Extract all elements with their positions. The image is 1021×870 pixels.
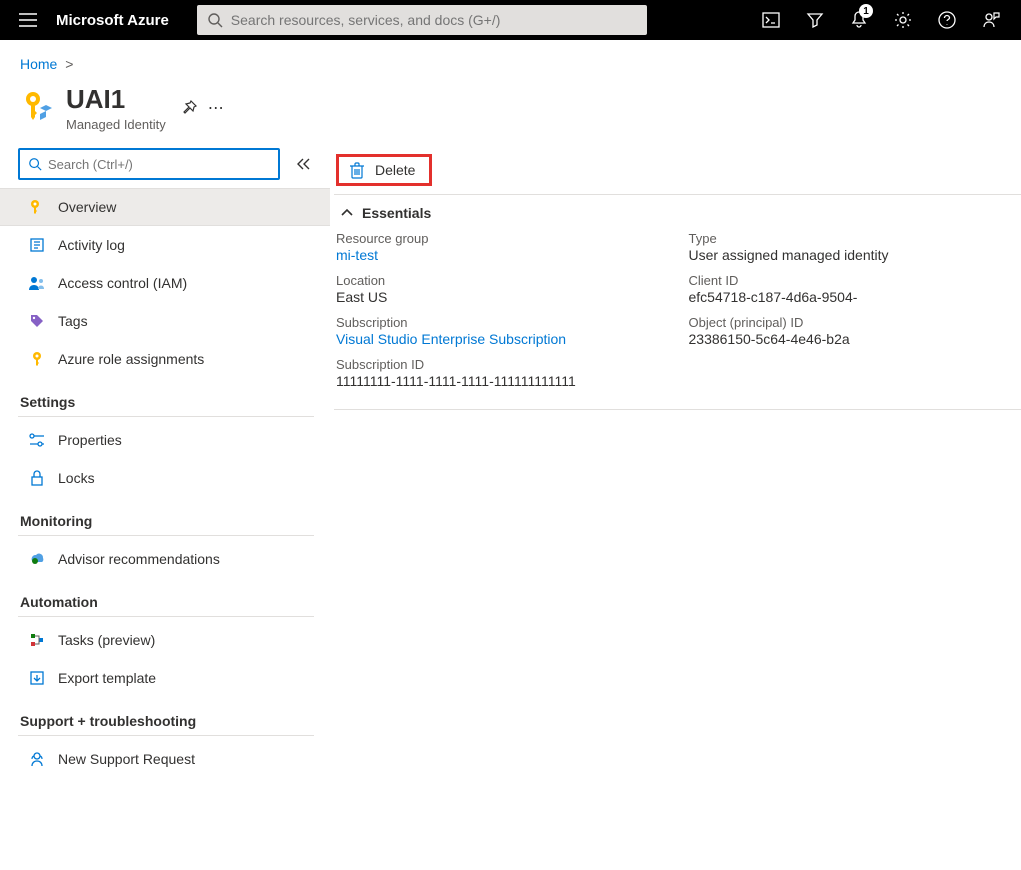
feedback-button[interactable] [969,0,1013,40]
sidebar-item-label: Locks [58,470,95,486]
topbar-actions: 1 [749,0,1013,40]
key-identity-icon [20,90,52,126]
tag-icon [28,312,46,330]
people-icon [28,274,46,292]
advisor-icon [28,550,46,568]
sidebar-item-tags[interactable]: Tags [0,302,330,340]
sidebar-item-activity-log[interactable]: Activity log [0,226,330,264]
notification-badge: 1 [859,4,873,18]
brand-label: Microsoft Azure [48,12,185,29]
breadcrumb: Home > [0,40,1021,80]
sidebar-item-overview[interactable]: Overview [0,188,330,226]
sidebar-search-input[interactable] [48,157,270,172]
sidebar-section-automation: Automation [18,578,314,617]
top-header: Microsoft Azure 1 [0,0,1021,40]
sidebar-item-label: Access control (IAM) [58,275,187,291]
properties-icon [28,431,46,449]
chevron-up-icon [340,208,354,218]
ess-value-subscription-id: 11111111-1111-1111-1111-111111111111 [336,373,669,389]
essentials-right-column: Type User assigned managed identity Clie… [669,231,1021,399]
resource-title-row: UAI1 Managed Identity ⋯ [0,80,1021,140]
ess-label-subscription: Subscription [336,315,669,330]
resource-type-icon [20,90,56,126]
resource-type-label: Managed Identity [66,117,166,132]
delete-button[interactable]: Delete [336,154,432,186]
sidebar-item-advisor[interactable]: Advisor recommendations [0,540,330,578]
help-button[interactable] [925,0,969,40]
ess-label-resource-group: Resource group [336,231,669,246]
global-search-input[interactable] [231,12,637,28]
hamburger-icon [19,13,37,27]
sidebar-item-label: Advisor recommendations [58,551,220,567]
essentials-toggle[interactable]: Essentials [334,195,1021,227]
sidebar-item-properties[interactable]: Properties [0,421,330,459]
ess-value-object-id: 23386150-5c64-4e46-b2a [689,331,1021,347]
gear-icon [894,11,912,29]
sidebar-item-label: Activity log [58,237,125,253]
ess-value-client-id: efc54718-c187-4d6a-9504- [689,289,1021,305]
menu-toggle[interactable] [8,13,48,27]
resource-sidebar: Overview Activity log Access control (IA… [0,140,330,798]
settings-button[interactable] [881,0,925,40]
sidebar-item-locks[interactable]: Locks [0,459,330,497]
sidebar-item-label: Tasks (preview) [58,632,155,648]
search-icon [28,157,42,171]
main-content: Delete Essentials Resource group mi-test… [330,140,1021,798]
cloud-shell-icon [762,12,780,28]
sidebar-section-monitoring: Monitoring [18,497,314,536]
sidebar-item-access-control[interactable]: Access control (IAM) [0,264,330,302]
ess-label-client-id: Client ID [689,273,1021,288]
essentials-label: Essentials [362,205,431,221]
sidebar-item-label: Overview [58,199,116,215]
chevron-double-left-icon [296,157,312,171]
lock-icon [28,469,46,487]
ess-value-resource-group[interactable]: mi-test [336,247,669,263]
sidebar-item-label: Export template [58,670,156,686]
collapse-sidebar-button[interactable] [296,157,312,171]
sidebar-item-label: Tags [58,313,88,329]
key-icon [28,350,46,368]
delete-label: Delete [375,162,415,178]
more-actions-button[interactable]: ⋯ [208,98,224,118]
tasks-icon [28,631,46,649]
cloud-shell-button[interactable] [749,0,793,40]
essentials-grid: Resource group mi-test Location East US … [334,227,1021,410]
search-icon [207,12,223,28]
command-bar: Delete [334,148,1021,195]
sidebar-item-new-support-request[interactable]: New Support Request [0,740,330,778]
help-icon [938,11,956,29]
sidebar-item-label: Azure role assignments [58,351,204,367]
sidebar-item-export-template[interactable]: Export template [0,659,330,697]
sidebar-item-label: Properties [58,432,122,448]
person-feedback-icon [982,11,1000,29]
essentials-left-column: Resource group mi-test Location East US … [336,231,669,399]
ess-value-type: User assigned managed identity [689,247,1021,263]
ess-value-subscription[interactable]: Visual Studio Enterprise Subscription [336,331,669,347]
sidebar-section-settings: Settings [18,378,314,417]
breadcrumb-separator: > [65,56,73,72]
support-icon [28,750,46,768]
global-search[interactable] [197,5,647,35]
sidebar-item-label: New Support Request [58,751,195,767]
ess-label-type: Type [689,231,1021,246]
filter-icon [806,12,824,28]
sidebar-item-role-assignments[interactable]: Azure role assignments [0,340,330,378]
breadcrumb-home-link[interactable]: Home [20,56,57,72]
directories-filter-button[interactable] [793,0,837,40]
ess-label-object-id: Object (principal) ID [689,315,1021,330]
pin-button[interactable] [180,99,198,117]
notifications-button[interactable]: 1 [837,0,881,40]
ess-value-location: East US [336,289,669,305]
activity-log-icon [28,236,46,254]
resource-name: UAI1 [66,84,166,115]
ess-label-subscription-id: Subscription ID [336,357,669,372]
trash-icon [349,161,365,179]
key-icon [28,198,46,216]
sidebar-search[interactable] [18,148,280,180]
ess-label-location: Location [336,273,669,288]
sidebar-item-tasks[interactable]: Tasks (preview) [0,621,330,659]
pin-icon [180,99,198,117]
export-icon [28,669,46,687]
sidebar-section-support: Support + troubleshooting [18,697,314,736]
